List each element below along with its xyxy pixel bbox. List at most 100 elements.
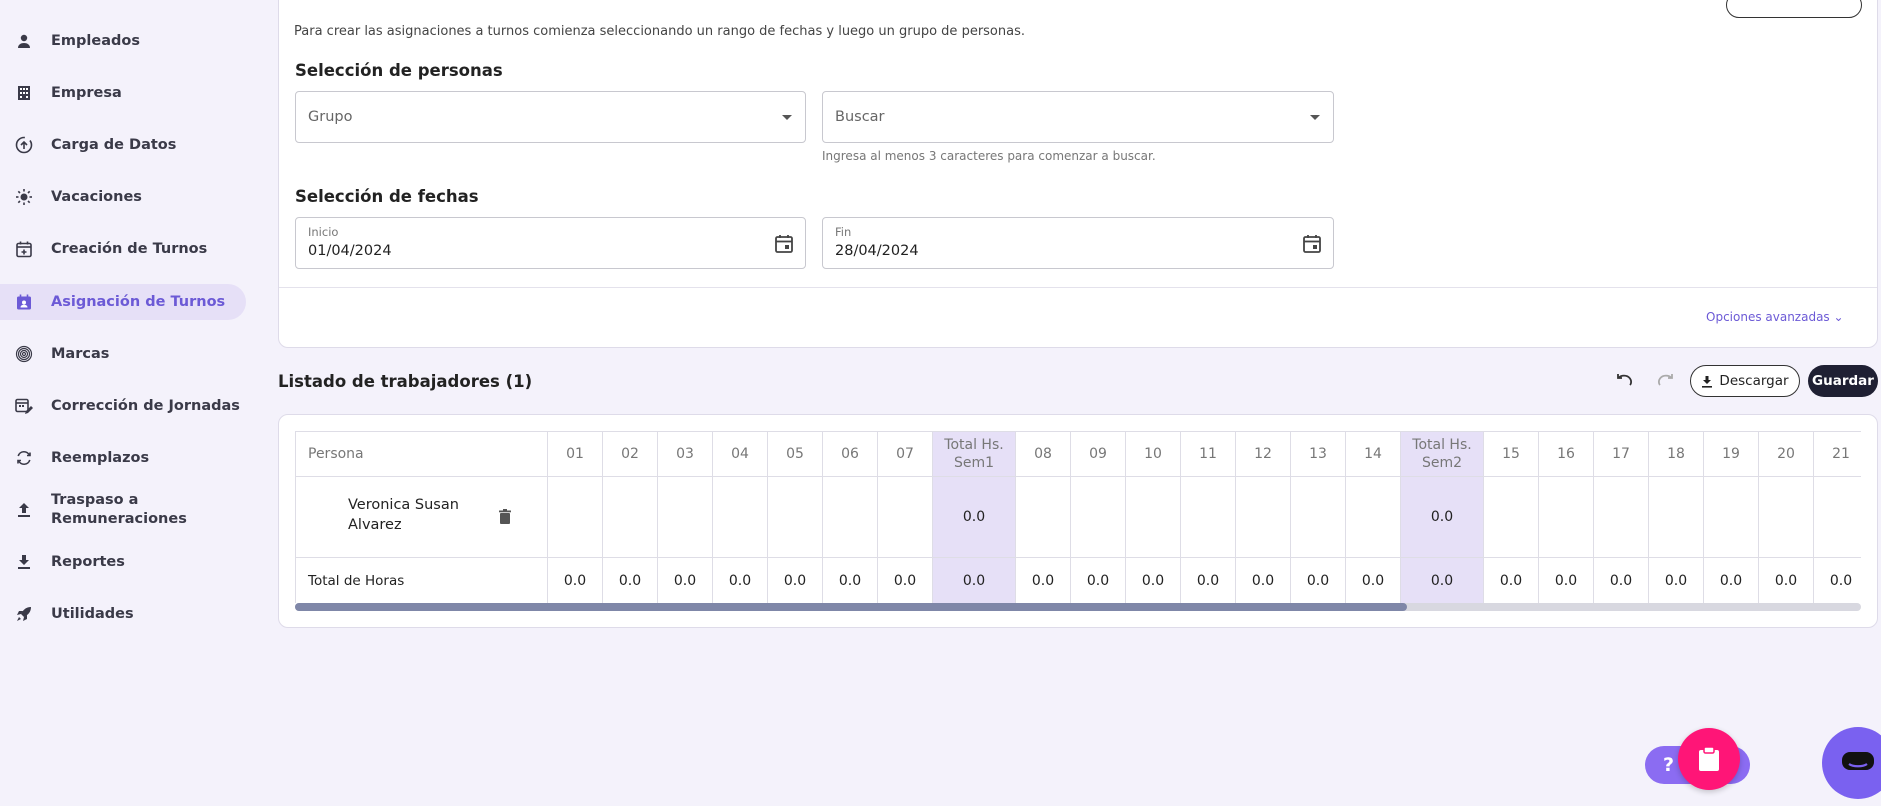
assignment-card — [278, 0, 1878, 348]
total-hours-cell: 0.0 — [1401, 558, 1484, 603]
total-hours-cell: 0.0 — [933, 558, 1016, 603]
day-column-header: 08 — [1016, 432, 1071, 477]
sidebar-item-creacion-de-turnos[interactable]: Creación de Turnos — [0, 231, 246, 267]
sidebar-item-label: Corrección de Jornadas — [51, 397, 240, 414]
total-hours-cell: 0.0 — [1016, 558, 1071, 603]
upload-arrow-icon — [14, 500, 34, 520]
sidebar-item-label: Vacaciones — [51, 188, 142, 205]
calendar-icon[interactable] — [773, 233, 795, 255]
help-label: ? — [1663, 754, 1675, 776]
total-hours-cell: 0.0 — [1704, 558, 1759, 603]
sidebar: Empleados Empresa Carga de Datos Vacacio… — [0, 0, 256, 806]
save-button[interactable]: Guardar — [1808, 365, 1878, 397]
sun-icon — [14, 187, 34, 207]
building-icon — [14, 83, 34, 103]
workers-table: Persona Veronica Susan Alvarez Total de H… — [295, 431, 1861, 603]
search-select[interactable]: Buscar — [822, 91, 1334, 143]
group-placeholder: Grupo — [308, 109, 353, 125]
people-section-title: Selección de personas — [295, 61, 503, 80]
sidebar-item-carga-de-datos[interactable]: Carga de Datos — [0, 127, 246, 163]
day-column-header: 18 — [1649, 432, 1704, 477]
search-placeholder: Buscar — [835, 109, 885, 125]
sidebar-item-label: Traspaso a — [51, 492, 139, 508]
shift-cell[interactable] — [1539, 477, 1594, 558]
day-column-header: 04 — [713, 432, 768, 477]
total-hours-cell: 0.0 — [1649, 558, 1704, 603]
day-column-header: 03 — [658, 432, 713, 477]
sidebar-item-empleados[interactable]: Empleados — [0, 23, 246, 59]
sidebar-item-label: Carga de Datos — [51, 136, 177, 153]
clipboard-button[interactable] — [1678, 728, 1740, 790]
shift-cell[interactable] — [1484, 477, 1539, 558]
clipboard-icon — [1699, 746, 1719, 771]
start-date-field[interactable]: Inicio 01/04/2024 — [295, 217, 806, 269]
day-column-header: 07 — [878, 432, 933, 477]
trash-icon[interactable] — [496, 508, 514, 526]
day-column-header: 11 — [1181, 432, 1236, 477]
download-button[interactable]: Descargar — [1690, 365, 1800, 397]
chat-button[interactable] — [1822, 727, 1881, 799]
person-icon — [14, 31, 34, 51]
shift-cell[interactable] — [768, 477, 823, 558]
person-column-header: Persona — [296, 432, 548, 477]
total-hours-cell: 0.0 — [548, 558, 603, 603]
sidebar-item-label: Marcas — [51, 345, 110, 362]
table-scrollbar-thumb[interactable] — [295, 603, 1407, 611]
shift-cell[interactable] — [1759, 477, 1814, 558]
sidebar-item-correccion-de-jornadas[interactable]: Corrección de Jornadas — [0, 388, 246, 424]
week-total-column-header: Total Hs. Sem1 — [933, 432, 1016, 477]
sidebar-item-reportes[interactable]: Reportes — [0, 544, 246, 580]
shift-cell[interactable] — [1291, 477, 1346, 558]
group-select[interactable]: Grupo — [295, 91, 806, 143]
shift-cell[interactable] — [1346, 477, 1401, 558]
redo-icon[interactable] — [1654, 371, 1676, 393]
advanced-options-link[interactable]: Opciones avanzadas ⌄ — [1706, 310, 1844, 324]
day-column-header: 01 — [548, 432, 603, 477]
shift-cell[interactable] — [1016, 477, 1071, 558]
day-column-header: 14 — [1346, 432, 1401, 477]
shift-cell[interactable] — [548, 477, 603, 558]
card-action-button[interactable] — [1726, 0, 1862, 18]
week-total-cell: 0.0 — [933, 477, 1016, 558]
sidebar-item-empresa[interactable]: Empresa — [0, 75, 246, 111]
sidebar-item-label: Empresa — [51, 84, 122, 101]
download-icon — [14, 552, 34, 572]
sidebar-item-utilidades[interactable]: Utilidades — [0, 596, 246, 632]
shift-cell[interactable] — [1071, 477, 1126, 558]
chevron-down-icon: ⌄ — [1833, 310, 1844, 324]
sidebar-item-label: Creación de Turnos — [51, 240, 208, 257]
shift-cell[interactable] — [1704, 477, 1759, 558]
sidebar-item-marcas[interactable]: Marcas — [0, 336, 246, 372]
shift-cell[interactable] — [823, 477, 878, 558]
sidebar-item-asignacion-de-turnos[interactable]: Asignación de Turnos — [0, 284, 246, 320]
shift-cell[interactable] — [1126, 477, 1181, 558]
download-label: Descargar — [1719, 373, 1789, 389]
shift-cell[interactable] — [878, 477, 933, 558]
end-date-field[interactable]: Fin 28/04/2024 — [822, 217, 1334, 269]
total-hours-cell: 0.0 — [1814, 558, 1861, 603]
sidebar-item-reemplazos[interactable]: Reemplazos — [0, 440, 246, 476]
shift-cell[interactable] — [603, 477, 658, 558]
shift-cell[interactable] — [713, 477, 768, 558]
calendar-icon[interactable] — [1301, 233, 1323, 255]
undo-icon[interactable] — [1614, 371, 1636, 393]
shift-cell[interactable] — [658, 477, 713, 558]
shift-cell[interactable] — [1236, 477, 1291, 558]
shift-cell[interactable] — [1181, 477, 1236, 558]
end-date-label: Fin — [835, 225, 852, 239]
week-total-column-header: Total Hs. Sem2 — [1401, 432, 1484, 477]
sidebar-item-traspaso-a-remuneraciones[interactable]: Traspaso a Remuneraciones — [0, 488, 246, 532]
shift-cell[interactable] — [1814, 477, 1861, 558]
assignment-intro: Para crear las asignaciones a turnos com… — [294, 24, 1025, 39]
total-hours-cell: 0.0 — [658, 558, 713, 603]
shift-cell[interactable] — [1649, 477, 1704, 558]
day-column-header: 21 — [1814, 432, 1861, 477]
sidebar-item-vacaciones[interactable]: Vacaciones — [0, 179, 246, 215]
shift-cell[interactable] — [1594, 477, 1649, 558]
day-column-header: 06 — [823, 432, 878, 477]
sidebar-item-label: Remuneraciones — [51, 511, 187, 527]
week-total-cell: 0.0 — [1401, 477, 1484, 558]
day-column-header: 09 — [1071, 432, 1126, 477]
workers-list-title: Listado de trabajadores (1) — [278, 372, 533, 391]
total-hours-cell: 0.0 — [878, 558, 933, 603]
